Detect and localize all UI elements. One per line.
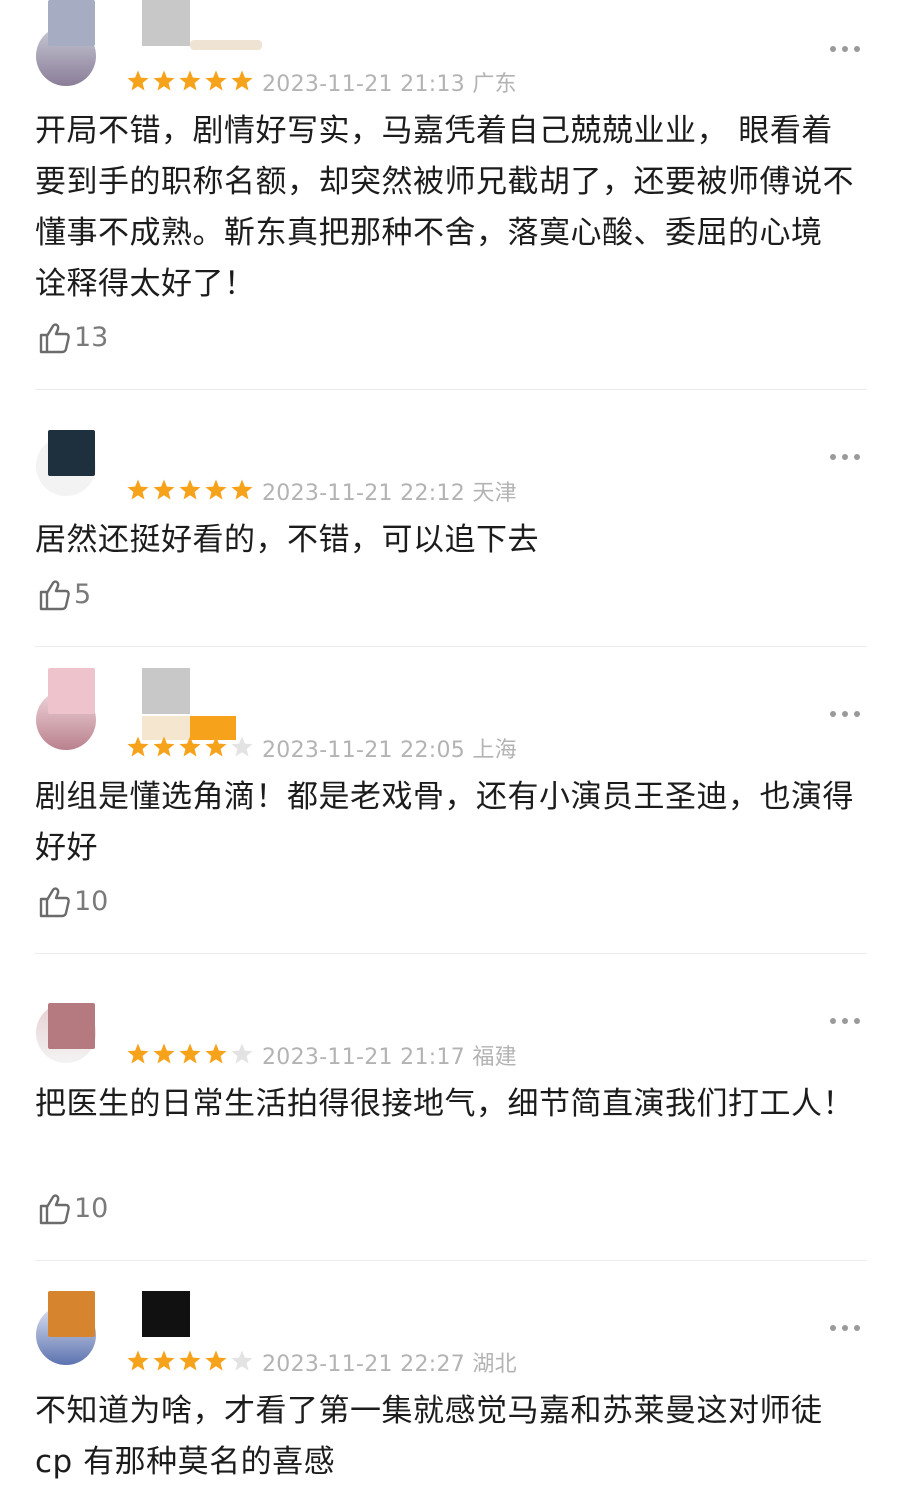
avatar-image [48, 1291, 95, 1337]
star-filled-icon [153, 1043, 175, 1064]
star-rating [126, 478, 254, 502]
star-filled-icon [205, 1043, 227, 1064]
review-location: 福建 [472, 1045, 517, 1070]
like-button[interactable]: 13 [36, 320, 108, 356]
review-content: 开局不错，剧情好写实，马嘉凭着自己兢兢业业， 眼看着要到手的职称名额，却突然被师… [35, 113, 854, 302]
star-filled-icon [205, 736, 227, 757]
star-filled-icon [153, 70, 175, 91]
more-dots-icon[interactable] [830, 709, 866, 719]
review-content: 把医生的日常生活拍得很接地气，细节简直演我们打工人！ [35, 1086, 854, 1122]
review-location: 上海 [472, 738, 517, 763]
star-filled-icon [127, 1043, 149, 1064]
username-blur-bar [190, 40, 262, 50]
star-filled-icon [179, 1043, 201, 1064]
star-filled-icon [127, 70, 149, 91]
review-date: 2023-11-21 22:27 [262, 1352, 466, 1377]
star-filled-icon [179, 1350, 201, 1371]
like-count: 13 [74, 322, 109, 353]
star-empty-icon [231, 1350, 253, 1371]
review-content: 不知道为啥，才看了第一集就感觉马嘉和苏莱曼这对师徒 cp 有那种莫名的喜感 [35, 1393, 823, 1480]
star-filled-icon [153, 1350, 175, 1371]
review-meta: 2023-11-21 22:12 天津 [262, 475, 517, 507]
avatar-image [48, 1003, 95, 1049]
star-filled-icon [179, 479, 201, 500]
thumbs-up-icon [39, 580, 70, 611]
avatar[interactable] [36, 1291, 96, 1377]
username[interactable] [142, 668, 236, 740]
review-location: 广东 [472, 72, 517, 97]
username-blur [142, 668, 190, 714]
avatar-image [48, 430, 95, 476]
review-meta: 2023-11-21 22:05 上海 [262, 732, 517, 764]
more-dots-icon[interactable] [830, 1323, 866, 1333]
star-filled-icon [179, 70, 201, 91]
star-filled-icon [127, 479, 149, 500]
star-filled-icon [231, 479, 253, 500]
star-filled-icon [231, 70, 253, 91]
star-filled-icon [127, 1350, 149, 1371]
thumbs-up-icon [39, 1194, 70, 1225]
star-empty-icon [231, 736, 253, 757]
like-button[interactable]: 10 [36, 1191, 108, 1227]
more-dots-icon[interactable] [830, 44, 866, 54]
like-count: 10 [74, 886, 109, 917]
divider [35, 1260, 867, 1261]
username[interactable] [142, 0, 262, 50]
review-date: 2023-11-21 22:12 [262, 481, 466, 506]
review-meta: 2023-11-21 21:17 福建 [262, 1039, 517, 1071]
divider [35, 389, 867, 390]
like-count: 10 [74, 1193, 109, 1224]
avatar[interactable] [36, 668, 96, 754]
username[interactable] [142, 1291, 190, 1337]
thumbs-up-icon [39, 887, 70, 918]
star-rating [126, 1349, 254, 1373]
review-content: 剧组是懂选角滴！都是老戏骨，还有小演员王圣迪，也演得好好 [35, 779, 854, 866]
review-content: 居然还挺好看的，不错，可以追下去 [35, 522, 539, 558]
username-blur [142, 0, 190, 46]
like-button[interactable]: 10 [36, 884, 108, 920]
star-filled-icon [205, 479, 227, 500]
avatar-image [48, 0, 95, 46]
star-filled-icon [127, 736, 149, 757]
review-date: 2023-11-21 21:13 [262, 72, 466, 97]
review-location: 天津 [472, 481, 517, 506]
avatar[interactable] [36, 0, 96, 86]
more-dots-icon[interactable] [830, 1016, 866, 1026]
star-filled-icon [205, 1350, 227, 1371]
star-empty-icon [231, 1043, 253, 1064]
review-meta: 2023-11-21 21:13 广东 [262, 66, 517, 98]
more-dots-icon[interactable] [830, 452, 866, 462]
divider [35, 646, 867, 647]
star-filled-icon [205, 70, 227, 91]
avatar-image [48, 668, 95, 714]
star-rating [126, 69, 254, 93]
divider [35, 953, 867, 954]
star-filled-icon [179, 736, 201, 757]
star-filled-icon [153, 479, 175, 500]
review-date: 2023-11-21 21:17 [262, 1045, 466, 1070]
star-rating [126, 735, 254, 759]
like-button[interactable]: 5 [36, 577, 91, 613]
review-location: 湖北 [472, 1352, 517, 1377]
avatar[interactable] [36, 430, 96, 516]
star-rating [126, 1042, 254, 1066]
thumbs-up-icon [39, 323, 70, 354]
avatar[interactable] [36, 1003, 96, 1089]
like-count: 5 [74, 579, 92, 610]
review-date: 2023-11-21 22:05 [262, 738, 466, 763]
username-blur [142, 1291, 190, 1337]
review-meta: 2023-11-21 22:27 湖北 [262, 1346, 517, 1378]
star-filled-icon [153, 736, 175, 757]
